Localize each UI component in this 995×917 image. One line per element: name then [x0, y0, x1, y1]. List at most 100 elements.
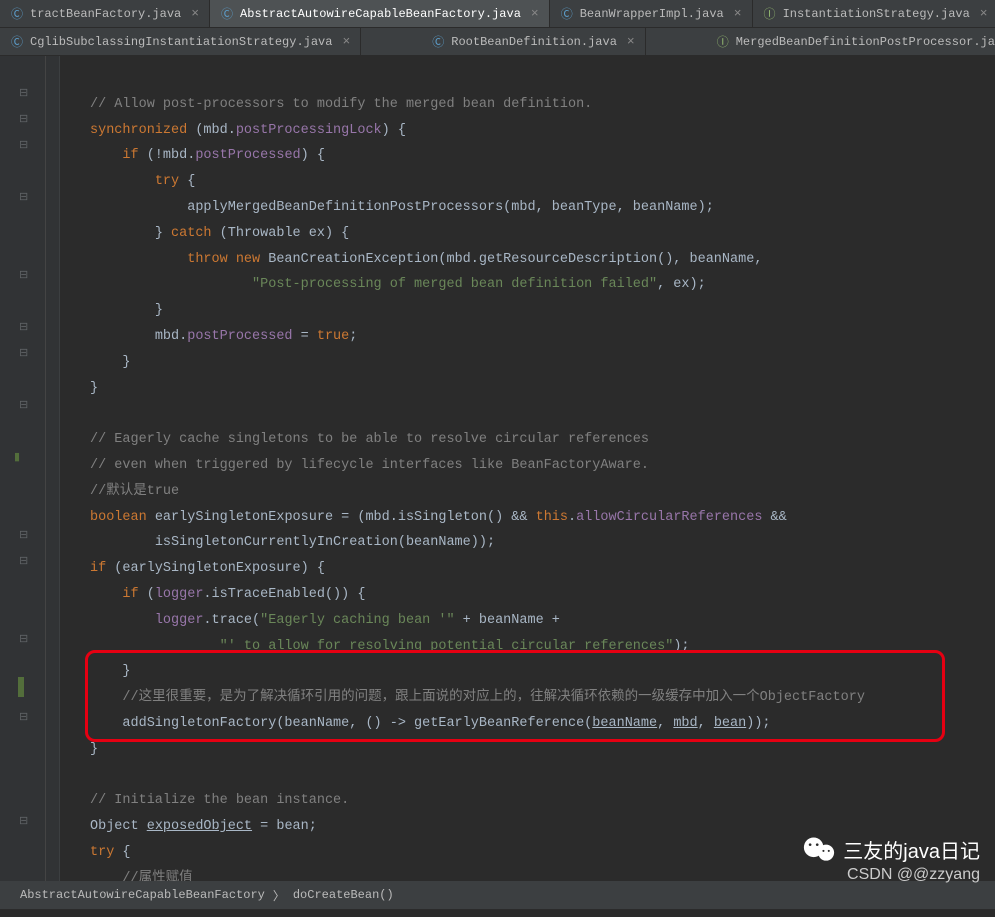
watermark: 三友的java日记 CSDN @@zzyang	[803, 835, 980, 884]
fold-icon[interactable]: ⊟	[19, 398, 28, 412]
fold-icon[interactable]: ⊟	[19, 112, 28, 126]
code-keyword: throw new	[187, 252, 268, 267]
tab-label: MergedBeanDefinitionPostProcessor.java	[736, 35, 995, 49]
code-text: (Throwable ex) {	[220, 226, 350, 241]
class-icon: Ⓒ	[10, 7, 24, 21]
wechat-line: 三友的java日记	[803, 835, 980, 864]
code-text: .	[568, 510, 576, 525]
close-icon[interactable]: ×	[531, 6, 539, 21]
code-text: applyMergedBeanDefinitionPostProcessors(…	[187, 200, 714, 215]
close-icon[interactable]: ×	[734, 6, 742, 21]
code-string: "' to allow for resolving potential circ…	[220, 639, 674, 654]
code-content[interactable]: // Allow post-processors to modify the m…	[60, 56, 865, 881]
code-var: exposedObject	[147, 819, 252, 834]
code-field: logger	[155, 587, 204, 602]
fold-end-icon[interactable]: ⊟	[19, 632, 28, 646]
fold-end-icon[interactable]: ⊟	[19, 320, 28, 334]
tab-label: AbstractAutowireCapableBeanFactory.java	[240, 7, 521, 21]
code-text: ) {	[382, 123, 406, 138]
code-text: }	[90, 381, 98, 396]
code-text: ) {	[301, 148, 325, 163]
breadcrumb-item[interactable]: AbstractAutowireCapableBeanFactory	[20, 888, 265, 902]
tab-beanwrapperimpl[interactable]: Ⓒ BeanWrapperImpl.java ×	[550, 0, 753, 27]
code-text: .trace(	[203, 613, 260, 628]
tab-label: BeanWrapperImpl.java	[580, 7, 724, 21]
fold-icon[interactable]: ⊟	[19, 190, 28, 204]
close-icon[interactable]: ×	[191, 6, 199, 21]
editor-area: ⊟ ⊟ ⊟ ⊟ ⊟ ⊟ ⊟ ⊟ ▮ ⊟ ⊟ ⊟ ⊟ ⊟ // Allow pos…	[0, 56, 995, 881]
wechat-icon	[803, 836, 835, 864]
code-string: "Eagerly caching bean '"	[260, 613, 454, 628]
fold-end-icon[interactable]: ⊟	[19, 710, 28, 724]
tab-label: RootBeanDefinition.java	[451, 35, 617, 49]
class-icon: Ⓒ	[560, 7, 574, 21]
code-field: logger	[155, 613, 204, 628]
code-param: mbd	[673, 716, 697, 731]
code-text: BeanCreationException(mbd.getResourceDes…	[268, 252, 762, 267]
tabs-row-1: ⒸtractBeanFactory.java × Ⓒ AbstractAutowir…	[0, 0, 995, 28]
code-text: isSingletonCurrentlyInCreation(beanName)…	[155, 535, 495, 550]
breadcrumb-bar: AbstractAutowireCapableBeanFactory 〉 doC…	[0, 881, 995, 909]
code-text: {	[179, 174, 195, 189]
code-comment: // even when triggered by lifecycle inte…	[90, 458, 649, 473]
code-text: }	[122, 355, 130, 370]
code-field: allowCircularReferences	[576, 510, 762, 525]
code-text: }	[90, 742, 98, 757]
code-text: , ex);	[657, 277, 706, 292]
fold-icon[interactable]: ⊟	[19, 138, 28, 152]
class-icon: Ⓒ	[431, 35, 445, 49]
close-icon[interactable]: ×	[980, 6, 988, 21]
code-text: earlySingletonExposure = (mbd.isSingleto…	[147, 510, 536, 525]
code-text: ;	[349, 329, 357, 344]
close-icon[interactable]: ×	[342, 34, 350, 49]
code-text: ,	[657, 716, 673, 731]
fold-end-icon[interactable]: ⊟	[19, 346, 28, 360]
line-marker	[18, 677, 24, 697]
code-field: postProcessed	[195, 148, 300, 163]
code-text: (mbd.	[187, 123, 236, 138]
code-text: =	[293, 329, 317, 344]
fold-icon[interactable]: ⊟	[19, 814, 28, 828]
tab-label: tractBeanFactory.java	[30, 7, 181, 21]
code-text: + beanName +	[455, 613, 560, 628]
tab-tractbeanfactory[interactable]: ⒸtractBeanFactory.java ×	[0, 0, 210, 27]
code-text: }	[155, 226, 163, 241]
code-comment: // Allow post-processors to modify the m…	[90, 97, 592, 112]
code-keyword: if	[122, 148, 138, 163]
class-icon: Ⓒ	[220, 7, 234, 21]
code-text: {	[114, 845, 130, 860]
code-keyword: if	[90, 561, 106, 576]
gutter[interactable]: ⊟ ⊟ ⊟ ⊟ ⊟ ⊟ ⊟ ⊟ ▮ ⊟ ⊟ ⊟ ⊟ ⊟	[0, 56, 60, 881]
interface-icon: Ⓘ	[716, 35, 730, 49]
breadcrumb-item[interactable]: doCreateBean()	[293, 888, 394, 902]
code-param: bean	[714, 716, 746, 731]
tab-abstractautowire[interactable]: Ⓒ AbstractAutowireCapableBeanFactory.java…	[210, 0, 550, 27]
code-text: (	[139, 587, 155, 602]
code-text: }	[155, 303, 163, 318]
code-text: ,	[698, 716, 714, 731]
tab-instantiationstrategy[interactable]: ⒾInstantiationStrategy.java×	[753, 0, 995, 27]
code-text: &&	[762, 510, 786, 525]
code-text: = bean;	[252, 819, 317, 834]
close-icon[interactable]: ×	[627, 34, 635, 49]
code-keyword: try	[90, 845, 114, 860]
tab-mergedpost[interactable]: Ⓘ MergedBeanDefinitionPostProcessor.java	[706, 28, 995, 55]
fold-icon[interactable]: ⊟	[19, 528, 28, 542]
fold-icon[interactable]: ⊟	[19, 86, 28, 100]
code-text: ));	[746, 716, 770, 731]
tab-cglib[interactable]: ⒸCglibSubclassingInstantiationStrategy.j…	[0, 28, 361, 55]
code-param: beanName	[592, 716, 657, 731]
tab-rootbeandef[interactable]: Ⓒ RootBeanDefinition.java ×	[421, 28, 645, 55]
code-keyword: synchronized	[90, 123, 187, 138]
code-comment: //这里很重要，是为了解决循环引用的问题，跟上面说的对应上的，往解决循环依赖的一…	[122, 690, 865, 705]
tabs-row-2: ⒸCglibSubclassingInstantiationStrategy.j…	[0, 28, 995, 56]
code-field: postProcessed	[187, 329, 292, 344]
code-text: .isTraceEnabled()) {	[203, 587, 365, 602]
fold-end-icon[interactable]: ⊟	[19, 268, 28, 282]
code-field: postProcessingLock	[236, 123, 382, 138]
fold-icon[interactable]: ⊟	[19, 554, 28, 568]
code-text: addSingletonFactory(beanName, () -> getE…	[122, 716, 592, 731]
watermark-text: 三友的java日记	[843, 835, 980, 864]
code-comment: //默认是true	[90, 484, 179, 499]
code-keyword: try	[155, 174, 179, 189]
